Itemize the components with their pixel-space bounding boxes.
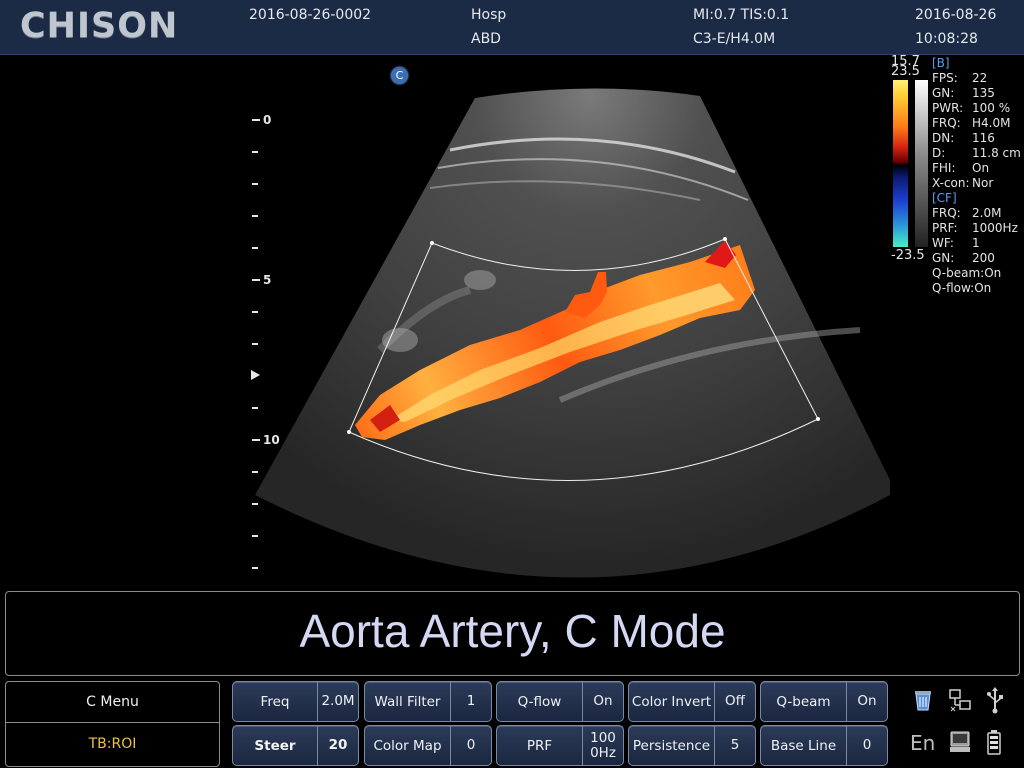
depth-tick xyxy=(252,215,258,217)
exam-id: 2016-08-26-0002 xyxy=(249,7,372,23)
c-menu-title[interactable]: C Menu xyxy=(6,682,219,723)
comment-box[interactable]: Aorta Artery, C Mode xyxy=(5,591,1020,676)
depth-tick xyxy=(252,279,260,281)
param-row: GN: 200 xyxy=(932,251,995,265)
q-beam-label[interactable]: Q-beam xyxy=(761,682,846,721)
c-menu-panel[interactable]: C Menu TB:ROI xyxy=(5,681,220,767)
freq-value[interactable]: 2.0M xyxy=(317,682,358,721)
recycle-bin-icon[interactable] xyxy=(912,688,934,712)
q-beam-value[interactable]: On xyxy=(846,682,887,721)
color-map-label[interactable]: Color Map xyxy=(365,726,450,765)
base-line-value[interactable]: 0 xyxy=(846,726,887,765)
color-map-control[interactable]: Color Map 0 xyxy=(364,725,492,766)
application-name: ABD xyxy=(471,31,501,47)
language-indicator[interactable]: En xyxy=(910,731,935,755)
color-invert-control[interactable]: Color Invert Off xyxy=(628,681,756,722)
usb-icon[interactable] xyxy=(986,686,1004,714)
param-row: PWR: 100 % xyxy=(932,101,1011,115)
depth-tick xyxy=(252,439,260,441)
depth-label: 5 xyxy=(263,273,272,287)
q-beam-control[interactable]: Q-beam On xyxy=(760,681,888,722)
prf-value[interactable]: 100 0Hz xyxy=(582,726,623,765)
depth-tick xyxy=(252,343,258,345)
time: 10:08:28 xyxy=(915,31,978,47)
param-row: WF: 1 xyxy=(932,236,980,250)
param-row: PRF: 1000Hz xyxy=(932,221,1018,235)
wall-filter-label[interactable]: Wall Filter xyxy=(365,682,450,721)
freq-label[interactable]: Freq xyxy=(233,682,317,721)
depth-tick xyxy=(252,311,258,313)
param-row: FHI: On xyxy=(932,161,990,175)
prf-value-line: 100 xyxy=(590,729,616,746)
prf-control[interactable]: PRF 100 0Hz xyxy=(496,725,624,766)
param-row: X-con: Nor xyxy=(932,176,994,190)
wall-filter-value[interactable]: 1 xyxy=(450,682,491,721)
gray-scale-bar xyxy=(915,80,928,247)
date: 2016-08-26 xyxy=(915,7,997,23)
cf-section-header: [CF] xyxy=(932,191,957,205)
param-row: Q-beam:On xyxy=(932,266,1002,280)
parameter-panel: [B] FPS: 22 GN: 135 PWR: 100 % FRQ: H4.0M DN… xyxy=(932,56,1024,296)
focus-marker-icon[interactable] xyxy=(251,370,260,380)
steer-control[interactable]: Steer 20 xyxy=(232,725,359,766)
depth-tick xyxy=(252,119,260,121)
param-row: DN: 116 xyxy=(932,131,995,145)
depth-tick xyxy=(252,247,258,249)
printer-icon[interactable] xyxy=(948,730,972,754)
mi-tis-readout: MI:0.7 TIS:0.1 xyxy=(693,7,790,23)
battery-icon xyxy=(987,730,1001,755)
q-flow-value[interactable]: On xyxy=(582,682,623,721)
ultrasound-sector-image[interactable] xyxy=(0,55,1024,585)
persistence-value[interactable]: 5 xyxy=(714,726,755,765)
comment-text: Aorta Artery, C Mode xyxy=(299,605,726,657)
steer-value[interactable]: 20 xyxy=(317,726,358,765)
color-mode-badge: C xyxy=(391,67,408,84)
wall-filter-control[interactable]: Wall Filter 1 xyxy=(364,681,492,722)
depth-label: 0 xyxy=(263,113,272,127)
b-section-header: [B] xyxy=(932,56,950,70)
persistence-label[interactable]: Persistence xyxy=(629,726,714,765)
top-bar: CHISON 2016-08-26-0002 Hosp ABD MI:0.7 T… xyxy=(0,0,1024,55)
color-scale-bottom-value: -23.5 xyxy=(891,248,925,263)
param-row: FRQ: H4.0M xyxy=(932,116,1011,130)
depth-tick xyxy=(252,535,258,537)
param-row: Q-flow:On xyxy=(932,281,992,295)
probe-name: C3-E/H4.0M xyxy=(693,31,776,47)
param-row: D: 11.8 cm xyxy=(932,146,1021,160)
depth-tick xyxy=(252,183,258,185)
trackball-mode: TB:ROI xyxy=(88,736,137,752)
color-invert-label[interactable]: Color Invert xyxy=(629,682,714,721)
prf-label[interactable]: PRF xyxy=(497,726,582,765)
color-map-value[interactable]: 0 xyxy=(450,726,491,765)
steer-label[interactable]: Steer xyxy=(233,726,317,765)
base-line-control[interactable]: Base Line 0 xyxy=(760,725,888,766)
depth-tick xyxy=(252,503,258,505)
base-line-label[interactable]: Base Line xyxy=(761,726,846,765)
q-flow-label[interactable]: Q-flow xyxy=(497,682,582,721)
color-scale-top-value: 23.5 xyxy=(891,64,920,79)
freq-control[interactable]: Freq 2.0M xyxy=(232,681,359,722)
prf-value-line: 0Hz xyxy=(590,744,616,761)
color-velocity-bar xyxy=(893,80,908,247)
param-row: FPS: 22 xyxy=(932,71,988,85)
depth-tick xyxy=(252,151,258,153)
depth-label: 10 xyxy=(263,433,280,447)
brand-logo: CHISON xyxy=(20,6,179,46)
depth-tick xyxy=(252,471,258,473)
param-row: FRQ: 2.0M xyxy=(932,206,1002,220)
color-invert-value[interactable]: Off xyxy=(714,682,755,721)
persistence-control[interactable]: Persistence 5 xyxy=(628,725,756,766)
q-flow-control[interactable]: Q-flow On xyxy=(496,681,624,722)
depth-tick xyxy=(252,407,258,409)
network-icon[interactable] xyxy=(948,688,972,712)
hospital-name: Hosp xyxy=(471,7,507,23)
param-row: GN: 135 xyxy=(932,86,995,100)
depth-tick xyxy=(252,567,258,569)
